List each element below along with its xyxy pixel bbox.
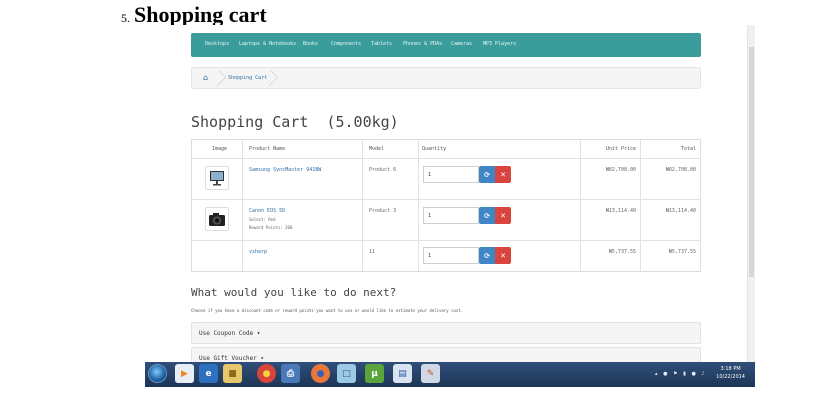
line-total: ₦13,114.40 <box>665 208 696 214</box>
document-item-number: 5. <box>121 11 130 25</box>
product-model: Product 3 <box>369 208 397 214</box>
product-model: 11 <box>369 249 376 255</box>
menu-item-books[interactable]: Books <box>303 41 318 47</box>
product-name-link[interactable]: Canon EOS 5D <box>249 208 285 214</box>
col-product: Product Name <box>249 146 286 152</box>
remove-item-button[interactable]: ✕ <box>495 247 511 264</box>
unit-price: ₦13,114.40 <box>605 208 636 214</box>
media-player-icon[interactable]: ▶ <box>175 364 194 383</box>
top-category-menu: Desktops Laptops & Notebooks Books Compo… <box>191 33 701 57</box>
menu-item-mp3-players[interactable]: MP3 Players <box>483 41 516 47</box>
remove-icon: ✕ <box>500 170 506 179</box>
home-icon[interactable]: ⌂ <box>203 73 208 82</box>
unit-price: ₦82,708.00 <box>605 167 636 173</box>
remove-item-button[interactable]: ✕ <box>495 166 511 183</box>
breadcrumb: ⌂ Shopping Cart <box>191 67 701 89</box>
col-model: Model <box>369 146 385 152</box>
refresh-icon: ⟳ <box>484 251 490 260</box>
coupon-accordion-label: Use Coupon Code ▾ <box>199 330 261 337</box>
menu-item-tablets[interactable]: Tablets <box>371 41 392 47</box>
paint-icon[interactable]: ✎ <box>421 364 440 383</box>
menu-item-laptops[interactable]: Laptops & Notebooks <box>239 41 296 47</box>
product-option: Select: Red <box>249 217 276 222</box>
firefox-icon[interactable]: ● <box>311 364 330 383</box>
document-icon[interactable]: ▤ <box>393 364 412 383</box>
menu-item-components[interactable]: Components <box>331 41 361 47</box>
line-total: ₦5,737.55 <box>668 249 696 255</box>
next-steps-heading: What would you like to do next? <box>191 286 397 299</box>
quantity-input[interactable]: 1 <box>423 247 479 264</box>
product-reward-points: Reward Points: 200 <box>249 225 293 230</box>
page-title: Shopping Cart (5.00kg) <box>191 113 399 131</box>
remove-icon: ✕ <box>500 251 506 260</box>
printer-icon[interactable]: ⎙ <box>281 364 300 383</box>
coupon-accordion[interactable]: Use Coupon Code ▾ <box>191 322 701 344</box>
product-name-link[interactable]: Samsung SyncMaster 941BW <box>249 167 321 173</box>
product-name-link[interactable]: vsharp <box>249 249 267 255</box>
quantity-value: 1 <box>428 172 432 178</box>
quantity-value: 1 <box>428 253 432 259</box>
quantity-input[interactable]: 1 <box>423 207 479 224</box>
unit-price: ₦5,737.55 <box>608 249 636 255</box>
page-scrollbar[interactable] <box>747 25 755 365</box>
menu-item-phones[interactable]: Phones & PDAs <box>403 41 442 47</box>
remove-icon: ✕ <box>500 211 506 220</box>
windows-taskbar: ▶ e ■ ● ⎙ ● □ μ ▤ ✎ ▴ ● ⚑ ▮ ● ♪ 3:18 PM … <box>145 362 755 387</box>
line-total: ₦82,708.00 <box>665 167 696 173</box>
breadcrumb-separator <box>209 70 227 87</box>
next-steps-help: Choose if you have a discount code or re… <box>191 308 464 313</box>
breadcrumb-separator <box>261 70 279 87</box>
col-unit-price: Unit Price <box>605 146 636 152</box>
clock-date: 10/22/2014 <box>716 374 745 380</box>
browser-viewport: Desktops Laptops & Notebooks Books Compo… <box>145 25 755 387</box>
col-total: Total <box>680 146 696 152</box>
monitor-icon <box>210 171 224 186</box>
taskbar-clock[interactable]: 3:18 PM 10/22/2014 <box>716 365 745 381</box>
product-thumbnail[interactable] <box>205 207 229 231</box>
voucher-accordion-label: Use Gift Voucher ▾ <box>199 355 265 362</box>
utorrent-icon[interactable]: μ <box>365 364 384 383</box>
quantity-input[interactable]: 1 <box>423 166 479 183</box>
cart-weight: (5.00kg) <box>326 113 399 131</box>
update-quantity-button[interactable]: ⟳ <box>479 207 495 224</box>
product-model: Product 6 <box>369 167 397 173</box>
clock-time: 3:18 PM <box>720 366 741 372</box>
folder-icon[interactable]: ■ <box>223 364 242 383</box>
document-heading-title: Shopping cart <box>134 2 267 27</box>
update-quantity-button[interactable]: ⟳ <box>479 247 495 264</box>
menu-item-cameras[interactable]: Cameras <box>451 41 472 47</box>
refresh-icon: ⟳ <box>484 170 490 179</box>
refresh-icon: ⟳ <box>484 211 490 220</box>
window-icon[interactable]: □ <box>337 364 356 383</box>
update-quantity-button[interactable]: ⟳ <box>479 166 495 183</box>
page-title-text: Shopping Cart <box>191 113 309 131</box>
product-thumbnail[interactable] <box>205 166 229 190</box>
system-tray[interactable]: ▴ ● ⚑ ▮ ● ♪ <box>655 371 707 377</box>
internet-explorer-icon[interactable]: e <box>199 364 218 383</box>
chrome-icon[interactable]: ● <box>257 364 276 383</box>
menu-item-desktops[interactable]: Desktops <box>205 41 229 47</box>
start-button[interactable] <box>148 364 167 383</box>
scrollbar-thumb[interactable] <box>749 47 754 277</box>
camera-icon <box>209 213 225 226</box>
remove-item-button[interactable]: ✕ <box>495 207 511 224</box>
col-quantity: Quantity <box>422 146 447 152</box>
col-image: Image <box>212 146 228 152</box>
quantity-value: 1 <box>428 213 432 219</box>
cart-table: Image Product Name Model Quantity Unit P… <box>191 139 701 272</box>
